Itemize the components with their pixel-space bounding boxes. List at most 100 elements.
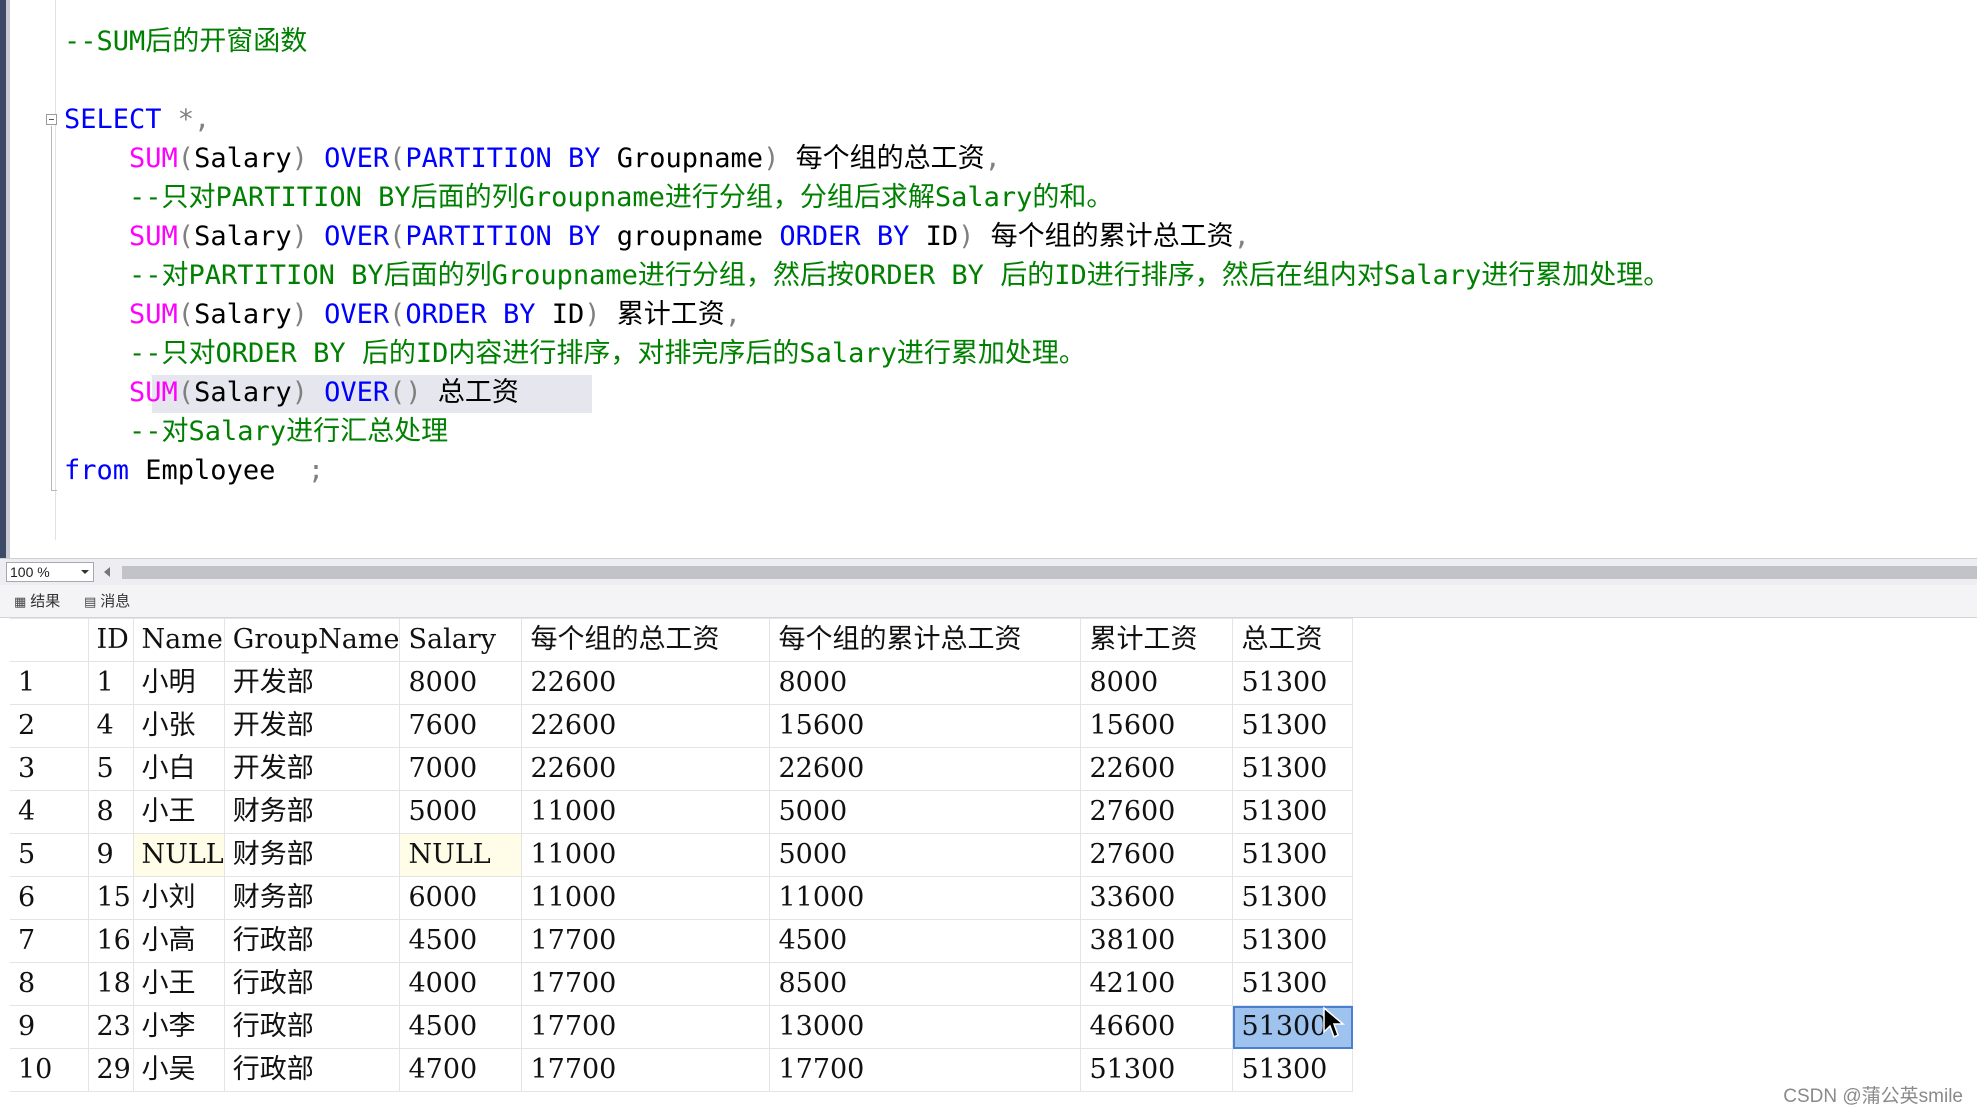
grid-cell[interactable]: 9 <box>87 833 134 877</box>
grid-cell[interactable]: 行政部 <box>223 1005 401 1049</box>
grid-cell[interactable]: 行政部 <box>223 919 401 963</box>
table-row[interactable]: 7 16 小高 行政部 4500 17700 4500 38100 51300 <box>10 919 1354 963</box>
grid-cell[interactable]: 15600 <box>1080 704 1234 748</box>
table-row[interactable]: 2 4 小张 开发部 7600 22600 15600 15600 51300 <box>10 704 1354 748</box>
grid-cell[interactable]: 15 <box>87 876 134 920</box>
grid-cell[interactable]: 51300 <box>1232 1048 1354 1092</box>
grid-cell[interactable]: 小白 <box>132 747 225 791</box>
grid-cell[interactable]: 15600 <box>769 704 1082 748</box>
line-comment-1[interactable]: --只对PARTITION BY后面的列Groupname进行分组，分组后求解S… <box>64 180 1113 216</box>
grid-cell[interactable]: 5000 <box>769 790 1082 834</box>
zoom-dropdown[interactable]: 100 % <box>6 562 94 582</box>
grid-cell[interactable]: 小吴 <box>132 1048 225 1092</box>
row-number[interactable]: 10 <box>10 1048 89 1092</box>
line-comment-2[interactable]: --对PARTITION BY后面的列Groupname进行分组，然后按ORDE… <box>64 258 1670 294</box>
grid-cell[interactable]: 27600 <box>1080 833 1234 877</box>
row-number[interactable]: 6 <box>10 876 89 920</box>
line-comment-4[interactable]: --对Salary进行汇总处理 <box>64 414 448 450</box>
table-row[interactable]: 1 1 小明 开发部 8000 22600 8000 8000 51300 <box>10 661 1354 705</box>
grid-cell[interactable]: 小王 <box>132 962 225 1006</box>
grid-cell[interactable]: 开发部 <box>223 704 401 748</box>
grid-cell[interactable]: 6000 <box>399 876 523 920</box>
column-header[interactable]: ID <box>87 618 134 662</box>
grid-cell[interactable]: 小李 <box>132 1005 225 1049</box>
grid-cell[interactable]: 17700 <box>521 1048 771 1092</box>
table-row[interactable]: 5 9 NULL 财务部 NULL 11000 5000 27600 51300 <box>10 833 1354 877</box>
column-header[interactable]: 总工资 <box>1232 618 1354 662</box>
horizontal-scrollbar-thumb[interactable] <box>122 566 1977 579</box>
line-sum-total[interactable]: SUM(Salary) OVER() 总工资 <box>64 375 592 413</box>
row-number[interactable]: 1 <box>10 661 89 705</box>
row-number[interactable]: 9 <box>10 1005 89 1049</box>
scroll-left-arrow-icon[interactable] <box>104 567 110 577</box>
grid-cell[interactable]: 小刘 <box>132 876 225 920</box>
grid-cell[interactable]: 51300 <box>1232 962 1354 1006</box>
row-number[interactable]: 2 <box>10 704 89 748</box>
grid-cell[interactable]: 51300 <box>1232 790 1354 834</box>
grid-cell[interactable]: 22600 <box>521 747 771 791</box>
line-from[interactable]: from Employee ; <box>64 453 324 489</box>
grid-cell[interactable]: 17700 <box>769 1048 1082 1092</box>
grid-cell[interactable]: 开发部 <box>223 747 401 791</box>
grid-cell[interactable]: 7600 <box>399 704 523 748</box>
line-sum-group-cumulative[interactable]: SUM(Salary) OVER(PARTITION BY groupname … <box>64 219 1250 255</box>
grid-cell[interactable]: NULL <box>132 833 225 877</box>
grid-cell[interactable]: 16 <box>87 919 134 963</box>
grid-cell[interactable]: 小王 <box>132 790 225 834</box>
sql-editor[interactable]: --SUM后的开窗函数 SELECT *, SUM(Salary) OVER(PA… <box>0 0 1977 558</box>
row-number[interactable]: 5 <box>10 833 89 877</box>
grid-cell[interactable]: 22600 <box>521 661 771 705</box>
grid-cell[interactable]: 4500 <box>399 1005 523 1049</box>
grid-cell[interactable]: 46600 <box>1080 1005 1234 1049</box>
grid-cell[interactable]: 财务部 <box>223 876 401 920</box>
grid-cell[interactable]: 33600 <box>1080 876 1234 920</box>
grid-cell[interactable]: 行政部 <box>223 1048 401 1092</box>
line-sum-cumulative[interactable]: SUM(Salary) OVER(ORDER BY ID) 累计工资, <box>64 297 741 333</box>
grid-cell[interactable]: 51300 <box>1232 833 1354 877</box>
grid-cell[interactable]: 1 <box>87 661 134 705</box>
grid-cell[interactable]: NULL <box>399 833 523 877</box>
row-number[interactable]: 8 <box>10 962 89 1006</box>
grid-cell[interactable]: 5 <box>87 747 134 791</box>
grid-cell[interactable]: 4000 <box>399 962 523 1006</box>
grid-cell[interactable]: 13000 <box>769 1005 1082 1049</box>
grid-cell[interactable]: 51300 <box>1232 919 1354 963</box>
row-number[interactable]: 4 <box>10 790 89 834</box>
grid-cell[interactable]: 22600 <box>1080 747 1234 791</box>
grid-cell[interactable]: 财务部 <box>223 833 401 877</box>
grid-cell[interactable]: 8000 <box>769 661 1082 705</box>
grid-cell[interactable]: 51300 <box>1232 704 1354 748</box>
grid-cell[interactable]: 开发部 <box>223 661 401 705</box>
grid-cell[interactable]: 27600 <box>1080 790 1234 834</box>
grid-cell[interactable]: 51300 <box>1080 1048 1234 1092</box>
table-row[interactable]: 3 5 小白 开发部 7000 22600 22600 22600 51300 <box>10 747 1354 791</box>
column-header[interactable]: 每个组的总工资 <box>521 618 771 662</box>
row-number[interactable]: 7 <box>10 919 89 963</box>
tab-results[interactable]: ▦ 结果 <box>14 590 60 612</box>
grid-cell[interactable]: 4500 <box>769 919 1082 963</box>
grid-cell[interactable]: 7000 <box>399 747 523 791</box>
column-header[interactable]: 每个组的累计总工资 <box>769 618 1082 662</box>
grid-cell[interactable]: 22600 <box>521 704 771 748</box>
grid-cell[interactable]: 小明 <box>132 661 225 705</box>
table-row[interactable]: 8 18 小王 行政部 4000 17700 8500 42100 51300 <box>10 962 1354 1006</box>
grid-cell[interactable]: 4 <box>87 704 134 748</box>
line-comment-3[interactable]: --只对ORDER BY 后的ID内容进行排序，对排完序后的Salary进行累加… <box>64 336 1086 372</box>
grid-cell[interactable]: 42100 <box>1080 962 1234 1006</box>
grid-cell[interactable]: 财务部 <box>223 790 401 834</box>
grid-cell[interactable]: 5000 <box>399 790 523 834</box>
grid-cell[interactable]: 51300 <box>1232 876 1354 920</box>
table-row[interactable]: 6 15 小刘 财务部 6000 11000 11000 33600 51300 <box>10 876 1354 920</box>
line-sum-group[interactable]: SUM(Salary) OVER(PARTITION BY Groupname)… <box>64 141 1001 177</box>
column-header[interactable]: Name <box>132 618 225 662</box>
column-header[interactable]: GroupName <box>223 618 401 662</box>
line-select[interactable]: SELECT *, <box>64 102 210 138</box>
table-row[interactable]: 9 23 小李 行政部 4500 17700 13000 46600 51300 <box>10 1005 1354 1049</box>
grid-cell[interactable]: 51300 <box>1232 661 1354 705</box>
grid-cell[interactable]: 38100 <box>1080 919 1234 963</box>
grid-cell[interactable]: 29 <box>87 1048 134 1092</box>
grid-cell[interactable]: 8 <box>87 790 134 834</box>
grid-cell[interactable]: 17700 <box>521 962 771 1006</box>
grid-cell[interactable]: 8000 <box>399 661 523 705</box>
table-row[interactable]: 10 29 小吴 行政部 4700 17700 17700 51300 51300 <box>10 1048 1354 1092</box>
